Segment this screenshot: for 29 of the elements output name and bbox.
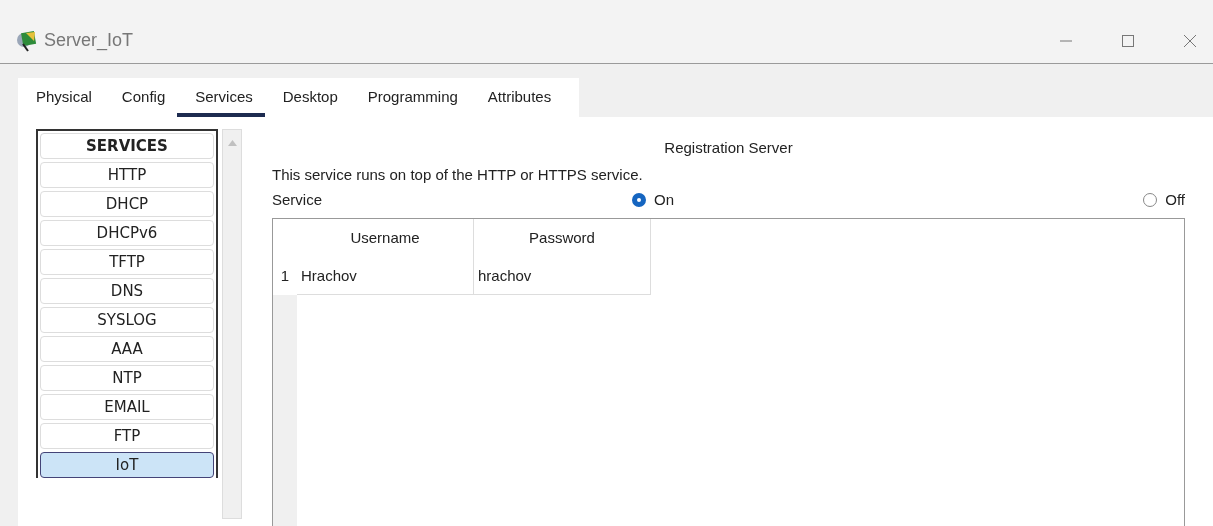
sidebar-item[interactable]: EMAIL (40, 394, 214, 420)
app-icon (16, 28, 38, 53)
radio-button[interactable] (632, 192, 646, 207)
scrollbar[interactable] (222, 129, 242, 519)
column-header: Password (474, 219, 651, 257)
sidebar-heading: SERVICES (40, 133, 214, 159)
sidebar-item[interactable]: HTTP (40, 162, 214, 188)
radio-option[interactable]: Off (1143, 191, 1185, 208)
sidebar-item[interactable]: SYSLOG (40, 307, 214, 333)
table-cell: hrachov (474, 257, 651, 295)
maximize-icon[interactable] (1121, 33, 1135, 48)
sidebar-item[interactable]: DHCPv6 (40, 220, 214, 246)
sidebar-item[interactable]: TFTP (40, 249, 214, 275)
scroll-up-icon[interactable] (227, 140, 237, 146)
service-label: Service (272, 191, 324, 208)
sidebar-item[interactable]: DNS (40, 278, 214, 304)
sidebar-item[interactable]: DHCP (40, 191, 214, 217)
radio-button[interactable] (1143, 192, 1158, 207)
window-title: Server_IoT (44, 30, 134, 51)
description: This service runs on top of the HTTP or HTTPS service. (272, 166, 644, 183)
panel-title: Registration Server (663, 139, 794, 156)
sidebar-item[interactable]: AAA (40, 336, 214, 362)
sidebar-item[interactable]: NTP (40, 365, 214, 391)
table-cell: Hrachov (297, 257, 474, 295)
radio-option[interactable]: On (632, 191, 1144, 208)
sidebar-item[interactable]: FTP (40, 423, 214, 449)
column-header: Username (297, 219, 474, 257)
close-icon[interactable] (1183, 33, 1197, 48)
sidebar-item[interactable]: IoT (40, 452, 214, 478)
